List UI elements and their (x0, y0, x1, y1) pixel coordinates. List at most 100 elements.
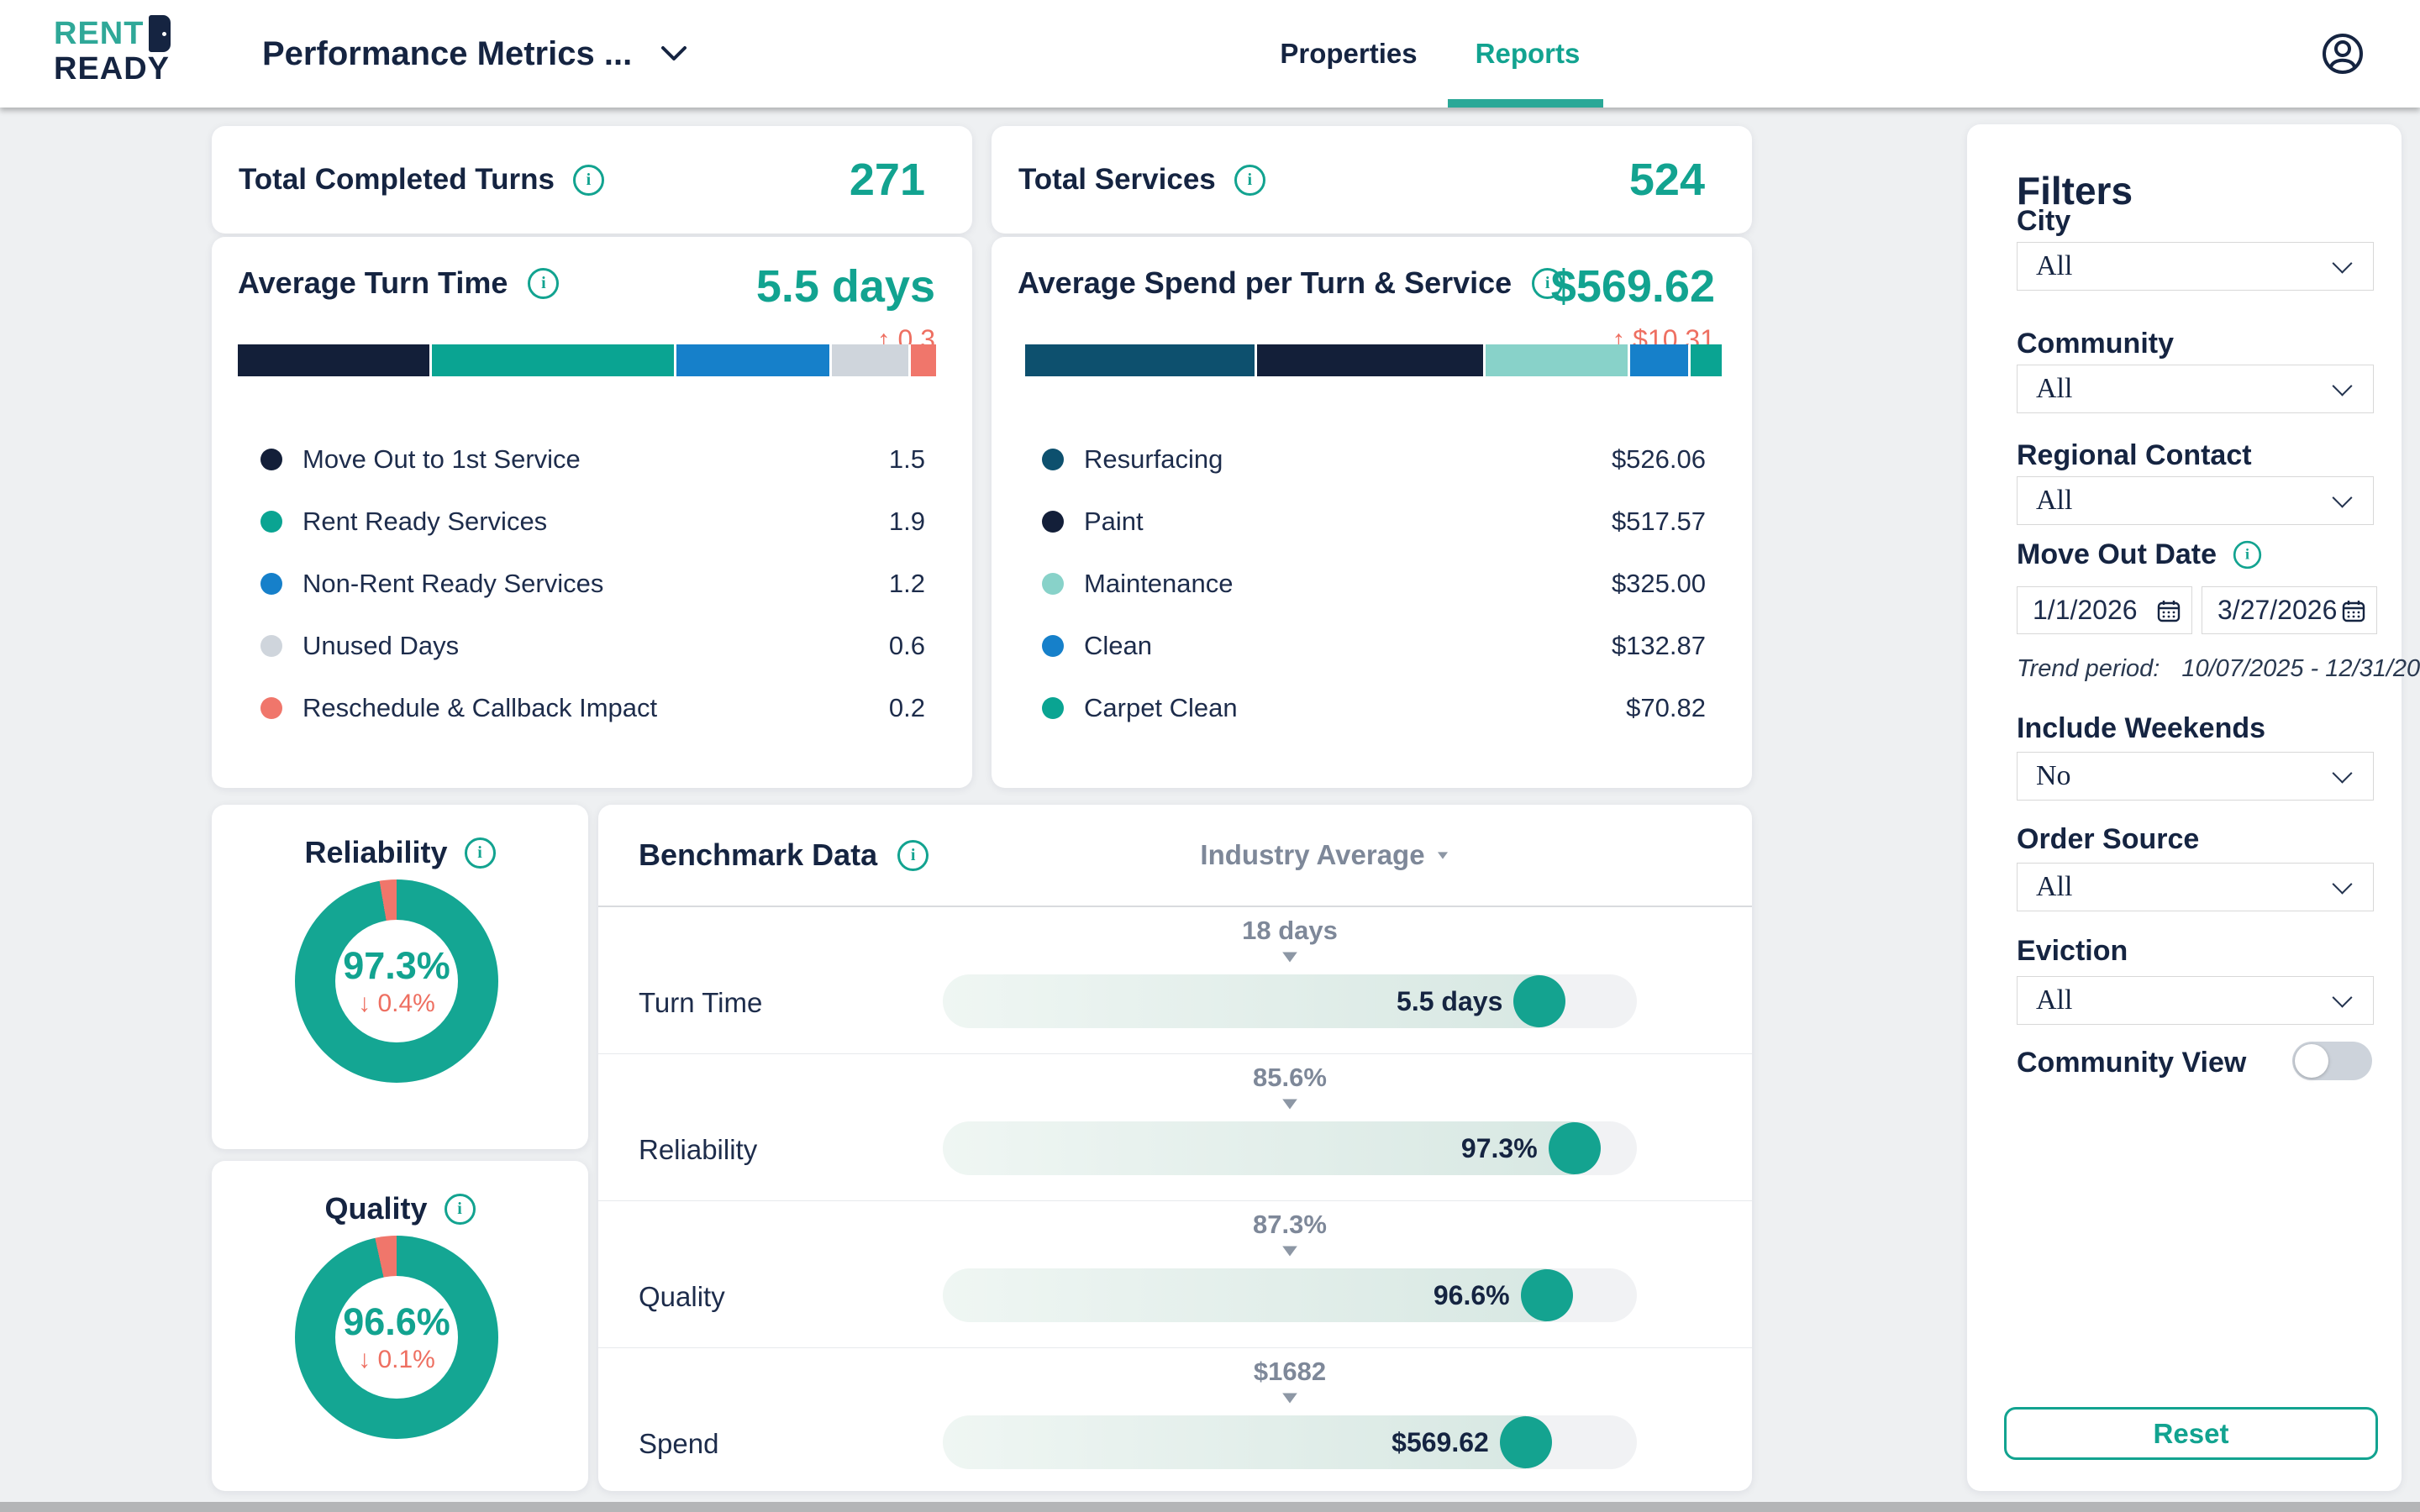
legend-value: 1.9 (889, 507, 925, 537)
info-icon[interactable]: i (445, 1194, 476, 1225)
benchmark-value-dot[interactable] (1513, 975, 1565, 1027)
eviction-select[interactable]: All (2017, 976, 2374, 1025)
calendar-icon[interactable] (2341, 598, 2366, 623)
chevron-down-icon (2332, 376, 2352, 396)
legend-item: Non-Rent Ready Services1.2 (260, 553, 925, 615)
chevron-down-icon (2332, 988, 2352, 1008)
benchmark-target-label: 87.3% (1253, 1210, 1327, 1240)
order-source-select[interactable]: All (2017, 863, 2374, 911)
reliability-donut-chart: 97.3% ↓ 0.4% (295, 879, 498, 1083)
reliability-title: Reliability (304, 835, 447, 870)
info-icon[interactable]: i (528, 268, 559, 299)
total-completed-turns-title: Total Completed Turns (239, 163, 555, 197)
dashboard-screen: RENT READY Performance Metrics ... Prope… (0, 0, 2420, 1512)
tab-properties[interactable]: Properties (1277, 0, 1420, 108)
legend-label: Unused Days (302, 631, 459, 661)
benchmark-value-dot[interactable] (1500, 1416, 1552, 1468)
info-icon[interactable]: i (2233, 541, 2261, 569)
spend-stacked-bar (1025, 344, 1722, 376)
bar-segment (1483, 344, 1628, 376)
chevron-down-icon (2332, 874, 2352, 895)
legend-item: Resurfacing$526.06 (1042, 428, 1706, 491)
date-to-value: 3/27/2026 (2217, 595, 2337, 626)
info-icon[interactable]: i (897, 840, 929, 871)
info-icon[interactable]: i (465, 837, 496, 869)
legend-color-dot (1042, 635, 1064, 657)
tab-reports[interactable]: Reports (1469, 0, 1586, 108)
logo-text-rent: RENT (54, 17, 144, 50)
include-weekends-label: Include Weekends (2017, 712, 2265, 745)
top-nav-bar: RENT READY Performance Metrics ... Prope… (0, 0, 2420, 108)
legend-item: Reschedule & Callback Impact0.2 (260, 677, 925, 739)
account-icon[interactable] (2321, 32, 2365, 76)
trend-period-label: Trend period: (2017, 655, 2160, 683)
quality-donut-chart: 96.6% ↓ 0.1% (295, 1236, 498, 1439)
total-completed-turns-value: 271 (850, 154, 925, 206)
date-from-input[interactable]: 1/1/2026 (2017, 586, 2192, 634)
legend-color-dot (260, 697, 282, 719)
chevron-down-icon (660, 45, 687, 62)
average-turn-time-card: Average Turn Timei 5.5 days ↑ 0.3 Move O… (212, 237, 972, 788)
quality-card: Quality i 96.6% ↓ 0.1% (212, 1161, 588, 1491)
city-select[interactable]: All (2017, 242, 2374, 291)
city-label: City (2017, 205, 2070, 238)
benchmark-row: Quality87.3%96.6% (598, 1200, 1752, 1347)
benchmark-value-dot[interactable] (1549, 1122, 1601, 1174)
quality-donut-center: 96.6% ↓ 0.1% (335, 1276, 458, 1399)
regional-contact-select[interactable]: All (2017, 476, 2374, 525)
legend-label: Maintenance (1084, 569, 1234, 599)
benchmark-header: Benchmark Datai Industry Average (598, 805, 1752, 907)
bar-segment (1628, 344, 1688, 376)
date-to-input[interactable]: 3/27/2026 (2202, 586, 2377, 634)
quality-delta: ↓ 0.1% (358, 1346, 435, 1374)
average-turn-time-value: 5.5 days (756, 260, 935, 312)
benchmark-value-dot[interactable] (1521, 1269, 1573, 1321)
order-source-value: All (2036, 871, 2072, 903)
benchmark-target-label: 85.6% (1253, 1063, 1327, 1093)
benchmark-row: Reliability85.6%97.3% (598, 1053, 1752, 1200)
report-title: Performance Metrics ... (262, 35, 632, 73)
average-spend-value: $569.62 (1551, 260, 1715, 312)
city-select-value: All (2036, 250, 2072, 282)
community-view-toggle[interactable] (2292, 1042, 2372, 1080)
rent-ready-logo[interactable]: RENT READY (54, 15, 171, 86)
info-icon[interactable]: i (573, 165, 604, 196)
average-turn-time-title: Average Turn Time (238, 265, 508, 301)
horizontal-scrollbar[interactable] (0, 1502, 2420, 1512)
report-selector-dropdown[interactable]: Performance Metrics ... (262, 0, 687, 108)
chevron-down-icon (2332, 764, 2352, 784)
bar-segment (238, 344, 429, 376)
total-completed-turns-card: Total Completed Turns i 271 (212, 126, 972, 234)
benchmark-value-label: 96.6% (1434, 1268, 1510, 1322)
legend-color-dot (1042, 511, 1064, 533)
reset-button[interactable]: Reset (2004, 1407, 2378, 1460)
legend-item: Clean$132.87 (1042, 615, 1706, 677)
triangle-down-icon (1438, 852, 1448, 858)
legend-item: Maintenance$325.00 (1042, 553, 1706, 615)
calendar-icon[interactable] (2156, 598, 2181, 623)
regional-contact-label: Regional Contact (2017, 439, 2252, 472)
average-spend-title: Average Spend per Turn & Service (1018, 265, 1512, 301)
benchmark-track-area: 85.6%97.3% (943, 1054, 1637, 1200)
include-weekends-select[interactable]: No (2017, 752, 2374, 801)
benchmark-row: Spend$1682$569.62 (598, 1347, 1752, 1494)
spend-legend: Resurfacing$526.06Paint$517.57Maintenanc… (1042, 428, 1706, 739)
turn-time-stacked-bar (238, 344, 936, 376)
bar-segment (674, 344, 829, 376)
legend-value: $70.82 (1626, 693, 1706, 723)
filters-panel: Filters City All Community All Regional … (1967, 124, 2402, 1491)
regional-contact-select-value: All (2036, 485, 2072, 517)
chevron-down-icon (2332, 254, 2352, 274)
benchmark-source-dropdown[interactable]: Industry Average (1150, 805, 1502, 906)
legend-label: Reschedule & Callback Impact (302, 693, 657, 723)
quality-value: 96.6% (343, 1300, 450, 1344)
info-icon[interactable]: i (1234, 165, 1265, 196)
total-services-card: Total Services i 524 (992, 126, 1752, 234)
quality-title: Quality (324, 1191, 427, 1226)
legend-item: Rent Ready Services1.9 (260, 491, 925, 553)
legend-label: Non-Rent Ready Services (302, 569, 603, 599)
legend-color-dot (260, 511, 282, 533)
benchmark-track-area: 87.3% 96.6% (943, 1201, 1637, 1347)
community-select[interactable]: All (2017, 365, 2374, 413)
reliability-donut-center: 97.3% ↓ 0.4% (335, 920, 458, 1042)
